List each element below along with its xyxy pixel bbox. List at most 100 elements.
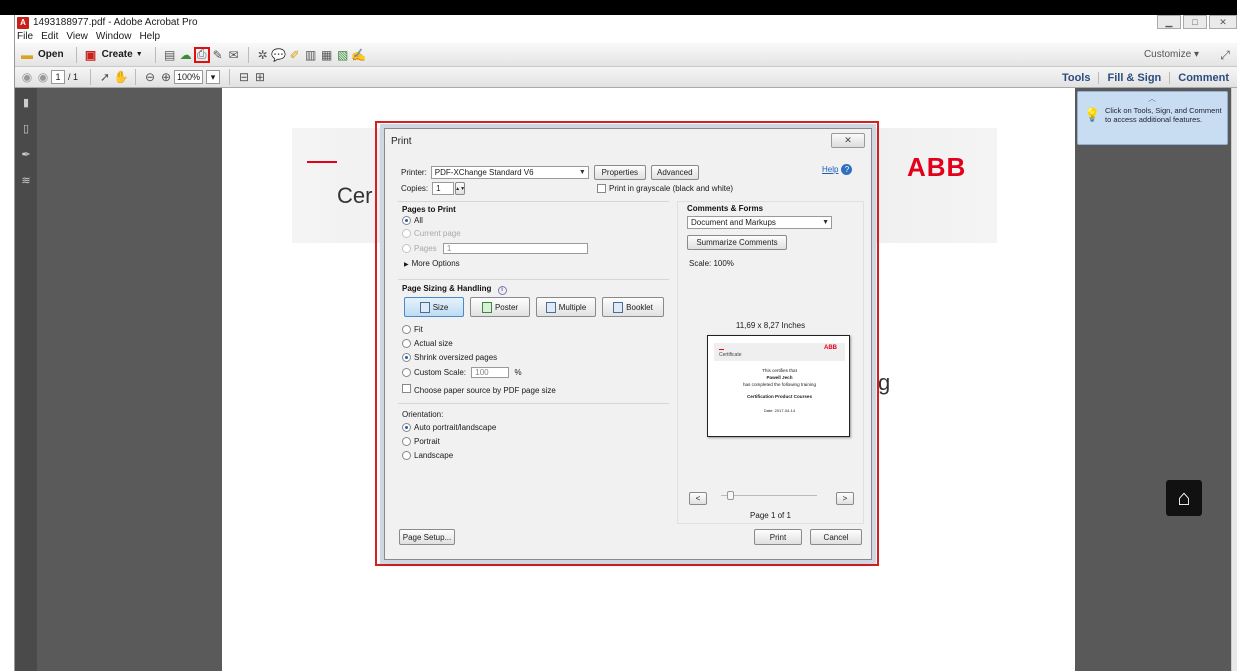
copies-label: Copies: bbox=[401, 184, 429, 193]
page-range-input[interactable]: 1 bbox=[442, 243, 588, 254]
open-button[interactable]: ▬ Open bbox=[19, 47, 64, 63]
size-button[interactable]: Size bbox=[404, 297, 464, 317]
bookmarks-icon[interactable]: ▯ bbox=[19, 121, 33, 135]
highlight-icon[interactable]: ✐ bbox=[287, 47, 303, 63]
all-pages-radio[interactable] bbox=[402, 216, 411, 226]
home-icon[interactable]: ⌂ bbox=[1166, 480, 1202, 516]
fit-page-icon[interactable]: ⊟ bbox=[236, 69, 252, 85]
page-range-radio[interactable] bbox=[402, 244, 411, 254]
advanced-button[interactable]: Advanced bbox=[650, 165, 699, 180]
custom-scale-input[interactable]: 100 bbox=[471, 367, 510, 378]
full-screen-icon[interactable]: ⊞ bbox=[252, 69, 268, 85]
menu-edit[interactable]: Edit bbox=[41, 31, 58, 42]
select-tool-icon[interactable]: ➚ bbox=[97, 69, 113, 85]
menu-view[interactable]: View bbox=[66, 31, 88, 42]
portrait-option[interactable]: Portrait bbox=[402, 437, 440, 447]
copies-input[interactable]: 1 bbox=[432, 182, 455, 195]
preview-abb-logo: ABB bbox=[824, 345, 837, 351]
vertical-scrollbar[interactable] bbox=[1231, 88, 1237, 671]
poster-button[interactable]: Poster bbox=[470, 297, 530, 317]
settings-icon[interactable]: ✲ bbox=[255, 47, 271, 63]
copies-stepper[interactable]: ▲▼ bbox=[455, 182, 466, 195]
page-range-option[interactable]: Pages 1 bbox=[402, 243, 588, 254]
comment-icon[interactable]: 💬 bbox=[271, 47, 287, 63]
menu-help[interactable]: Help bbox=[139, 31, 160, 42]
next-page-icon[interactable]: ◉ bbox=[35, 69, 51, 85]
tab-comment[interactable]: Comment bbox=[1169, 71, 1237, 84]
cancel-button[interactable]: Cancel bbox=[810, 529, 862, 545]
shrink-radio[interactable] bbox=[402, 353, 411, 363]
close-window-icon[interactable]: ✕ bbox=[1209, 15, 1237, 29]
expand-icon[interactable]: ⤢ bbox=[1217, 47, 1233, 63]
paper-source-checkbox[interactable] bbox=[402, 384, 411, 393]
auto-orientation-option[interactable]: Auto portrait/landscape bbox=[402, 423, 496, 433]
folder-icon: ▬ bbox=[21, 47, 33, 62]
stamp-icon[interactable]: ▥ bbox=[303, 47, 319, 63]
print-button[interactable]: Print bbox=[754, 529, 802, 545]
hand-tool-icon[interactable]: ✋ bbox=[113, 69, 129, 85]
preview-next-button[interactable]: > bbox=[836, 492, 854, 505]
help-link[interactable]: Help ? bbox=[822, 164, 853, 175]
landscape-option[interactable]: Landscape bbox=[402, 451, 453, 461]
fit-radio[interactable] bbox=[402, 325, 411, 335]
attach-icon[interactable]: ▦ bbox=[319, 47, 335, 63]
tab-tools[interactable]: Tools bbox=[1054, 72, 1099, 84]
fit-option[interactable]: Fit bbox=[402, 325, 423, 335]
zoom-dropdown-icon[interactable]: ▾ bbox=[206, 70, 221, 84]
tab-fill-sign[interactable]: Fill & Sign bbox=[1098, 71, 1169, 84]
combine-icon[interactable]: ▧ bbox=[335, 47, 351, 63]
paper-source-option[interactable]: Choose paper source by PDF page size bbox=[402, 384, 556, 395]
properties-button[interactable]: Properties bbox=[593, 165, 646, 180]
custom-scale-radio[interactable] bbox=[402, 368, 411, 378]
shrink-option[interactable]: Shrink oversized pages bbox=[402, 353, 497, 363]
multiple-button[interactable]: Multiple bbox=[536, 297, 596, 317]
maximize-icon[interactable]: □ bbox=[1183, 15, 1207, 29]
printer-select[interactable]: PDF-XChange Standard V6 ▼ bbox=[430, 166, 589, 179]
current-page-radio[interactable] bbox=[402, 229, 411, 239]
custom-scale-label: Custom Scale: bbox=[414, 368, 467, 377]
comments-forms-select[interactable]: Document and Markups ▼ bbox=[687, 216, 832, 229]
page-setup-button[interactable]: Page Setup... bbox=[399, 529, 455, 545]
current-page-option[interactable]: Current page bbox=[402, 229, 461, 239]
actual-size-option[interactable]: Actual size bbox=[402, 339, 453, 349]
edit-icon[interactable]: ✎ bbox=[210, 47, 226, 63]
booklet-button[interactable]: Booklet bbox=[602, 297, 664, 317]
info-icon[interactable]: i bbox=[497, 286, 507, 295]
portrait-radio[interactable] bbox=[402, 437, 411, 447]
right-task-panel: ︿ 💡 Click on Tools, Sign, and Comment to… bbox=[1075, 88, 1237, 671]
customize-menu[interactable]: Customize ▾ bbox=[1144, 49, 1199, 60]
collapse-caret-icon[interactable]: ︿ bbox=[1148, 94, 1156, 104]
dialog-close-button[interactable]: ✕ bbox=[831, 133, 865, 148]
summarize-comments-button[interactable]: Summarize Comments bbox=[687, 235, 787, 250]
print-icon[interactable]: ⎙ bbox=[193, 46, 210, 63]
preview-slider-thumb[interactable] bbox=[727, 491, 734, 500]
all-pages-option[interactable]: All bbox=[402, 216, 423, 226]
page-number-input[interactable]: 1 bbox=[51, 70, 65, 84]
custom-scale-option[interactable]: Custom Scale: 100 % bbox=[402, 367, 522, 378]
actual-size-radio[interactable] bbox=[402, 339, 411, 349]
previous-page-icon[interactable]: ◉ bbox=[19, 69, 35, 85]
preview-page-slider[interactable] bbox=[721, 495, 817, 496]
auto-orientation-radio[interactable] bbox=[402, 423, 411, 433]
menu-window[interactable]: Window bbox=[96, 31, 132, 42]
print-dialog: Print ✕ Printer: PDF-XChange Standard V6… bbox=[384, 128, 872, 560]
chevron-down-icon: ▼ bbox=[135, 51, 143, 58]
layers-icon[interactable]: ≋ bbox=[19, 173, 33, 187]
grayscale-row[interactable]: Print in grayscale (black and white) bbox=[597, 184, 733, 193]
landscape-radio[interactable] bbox=[402, 451, 411, 461]
create-button[interactable]: ▣ Create ▼ bbox=[83, 47, 143, 63]
minimize-icon[interactable]: ▁ bbox=[1157, 15, 1181, 29]
preview-prev-button[interactable]: < bbox=[689, 492, 707, 505]
menu-file[interactable]: File bbox=[17, 31, 33, 42]
more-options-toggle[interactable]: ▶ More Options bbox=[404, 259, 460, 268]
zoom-out-icon[interactable]: ⊖ bbox=[142, 69, 158, 85]
cloud-upload-icon[interactable]: ☁ bbox=[178, 47, 194, 63]
page-thumbnails-icon[interactable]: ▮ bbox=[19, 95, 33, 109]
email-icon[interactable]: ✉ bbox=[226, 47, 242, 63]
sign-icon[interactable]: ✍ bbox=[351, 47, 367, 63]
grayscale-checkbox[interactable] bbox=[597, 184, 606, 193]
signatures-icon[interactable]: ✒ bbox=[19, 147, 33, 161]
zoom-in-icon[interactable]: ⊕ bbox=[158, 69, 174, 85]
save-icon[interactable]: ▤ bbox=[162, 47, 178, 63]
zoom-input[interactable]: 100% bbox=[174, 70, 204, 84]
